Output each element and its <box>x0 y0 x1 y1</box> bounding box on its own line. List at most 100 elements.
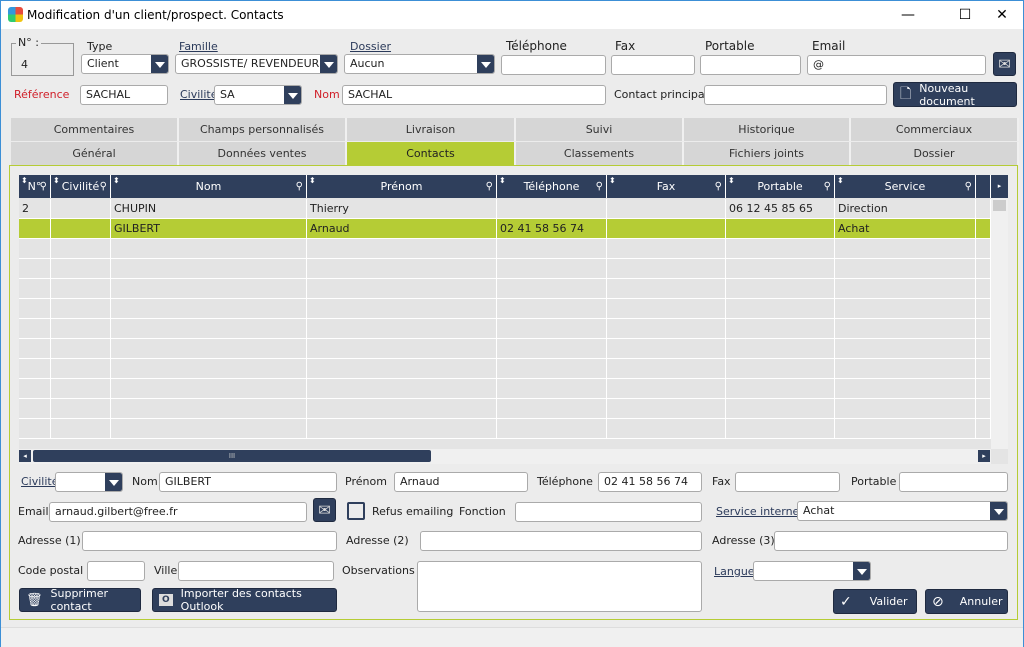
code-postal-input[interactable] <box>87 561 145 581</box>
observations-textarea[interactable] <box>417 561 702 612</box>
dossier-select[interactable]: Aucun <box>344 54 495 74</box>
contact-prenom-input[interactable]: Arnaud <box>394 472 528 492</box>
cell-nom <box>111 319 307 339</box>
contact-principal-input[interactable] <box>704 85 887 105</box>
adresse2-input[interactable] <box>420 531 702 551</box>
civilite-label[interactable]: Civilité <box>180 88 218 101</box>
contact-telephone-input[interactable]: 02 41 58 56 74 <box>598 472 702 492</box>
service-interne-select[interactable]: Achat <box>797 501 1008 521</box>
cell-filler <box>976 399 991 419</box>
search-icon[interactable]: ⚲ <box>965 175 972 198</box>
famille-select[interactable]: GROSSISTE/ REVENDEUR <box>175 54 338 74</box>
code-postal-label: Code postal <box>18 564 84 577</box>
dossier-label[interactable]: Dossier <box>350 40 391 53</box>
column-header-prenom[interactable]: ⬍ Prénom ⚲ <box>307 175 497 198</box>
cell-service <box>835 399 976 419</box>
langue-select[interactable] <box>753 561 871 581</box>
search-icon[interactable]: ⚲ <box>40 175 47 198</box>
search-icon[interactable]: ⚲ <box>715 175 722 198</box>
service-interne-label[interactable]: Service interne <box>716 505 799 518</box>
tab-general[interactable]: Général <box>11 142 179 165</box>
importer-outlook-button[interactable]: O Importer des contacts Outlook <box>152 587 337 613</box>
sort-icon[interactable]: ⬍ <box>728 175 735 192</box>
chevron-down-icon <box>990 502 1007 520</box>
scroll-right-icon[interactable]: ▸ <box>978 450 990 462</box>
tab-commerciaux[interactable]: Commerciaux <box>851 118 1019 141</box>
nouveau-document-button[interactable]: 🗋 Nouveau document <box>893 82 1017 108</box>
supprimer-contact-button[interactable]: 🗑 Supprimer contact <box>19 587 141 613</box>
close-button[interactable]: ✕ <box>979 1 1024 29</box>
search-icon[interactable]: ⚲ <box>100 175 107 198</box>
fonction-input[interactable] <box>515 502 702 522</box>
tab-dossier[interactable]: Dossier <box>851 142 1019 165</box>
cell-service: Achat <box>835 219 976 239</box>
contact-civilite-select[interactable] <box>55 472 123 492</box>
contact-email-input[interactable]: arnaud.gilbert@free.fr <box>49 502 307 522</box>
contact-nom-input[interactable]: GILBERT <box>159 472 337 492</box>
horizontal-scroll-thumb[interactable]: III <box>33 450 431 462</box>
adresse1-input[interactable] <box>82 531 337 551</box>
table-row[interactable]: 2 CHUPIN Thierry 06 12 45 85 65 Direction <box>19 199 991 219</box>
column-header-portable[interactable]: ⬍ Portable ⚲ <box>726 175 835 198</box>
sort-icon[interactable]: ⬍ <box>837 175 844 192</box>
cell-civilite <box>51 379 111 399</box>
tab-historique[interactable]: Historique <box>684 118 851 141</box>
column-header-fax[interactable]: ⬍ Fax ⚲ <box>607 175 726 198</box>
valider-button[interactable]: ✓ Valider <box>833 589 917 614</box>
sort-icon[interactable]: ⬍ <box>499 175 506 192</box>
tab-suivi[interactable]: Suivi <box>516 118 684 141</box>
tab-donnees-ventes[interactable]: Données ventes <box>179 142 347 165</box>
email-input[interactable]: @ <box>807 55 986 75</box>
sort-icon[interactable]: ⬍ <box>609 175 616 192</box>
telephone-input[interactable] <box>501 55 606 75</box>
column-header-no[interactable]: ⬍ N° ⚲ <box>19 175 51 198</box>
search-icon[interactable]: ⚲ <box>296 175 303 198</box>
tab-fichiers-joints[interactable]: Fichiers joints <box>684 142 851 165</box>
cell-no <box>19 339 51 359</box>
portable-input[interactable] <box>700 55 801 75</box>
refus-emailing-checkbox[interactable] <box>347 502 365 520</box>
column-header-service[interactable]: ⬍ Service ⚲ <box>835 175 976 198</box>
fax-input[interactable] <box>611 55 695 75</box>
cell-nom: CHUPIN <box>111 199 307 219</box>
contact-civilite-label[interactable]: Civilité <box>21 475 59 488</box>
contact-portable-input[interactable] <box>899 472 1008 492</box>
search-icon[interactable]: ⚲ <box>596 175 603 198</box>
annuler-button[interactable]: ⊘ Annuler <box>925 589 1008 614</box>
nom-input[interactable]: SACHAL <box>342 85 606 105</box>
cell-nom <box>111 259 307 279</box>
column-header-civilite[interactable]: ⬍ Civilité ⚲ <box>51 175 111 198</box>
table-row[interactable]: GILBERT Arnaud 02 41 58 56 74 Achat <box>19 219 991 239</box>
reference-input[interactable]: SACHAL <box>80 85 168 105</box>
contact-fax-input[interactable] <box>735 472 840 492</box>
tab-classements[interactable]: Classements <box>516 142 684 165</box>
column-header-telephone[interactable]: ⬍ Téléphone ⚲ <box>497 175 607 198</box>
tab-livraison[interactable]: Livraison <box>347 118 516 141</box>
horizontal-scrollbar[interactable]: ◂ III ▸ <box>19 449 991 464</box>
sort-icon[interactable]: ⬍ <box>309 175 316 192</box>
tab-contacts[interactable]: Contacts <box>347 142 516 165</box>
tab-commentaires[interactable]: Commentaires <box>11 118 179 141</box>
vertical-scrollbar[interactable] <box>991 198 1008 449</box>
vertical-scroll-thumb[interactable] <box>993 200 1006 211</box>
sort-icon[interactable]: ⬍ <box>53 175 60 192</box>
scroll-left-icon[interactable]: ◂ <box>19 450 31 462</box>
contact-send-email-button[interactable]: ✉ <box>313 498 336 522</box>
type-select[interactable]: Client <box>81 54 169 74</box>
search-icon[interactable]: ⚲ <box>486 175 493 198</box>
civilite-select[interactable]: SA <box>214 85 302 105</box>
column-header-nom[interactable]: ⬍ Nom ⚲ <box>111 175 307 198</box>
search-icon[interactable]: ⚲ <box>824 175 831 198</box>
famille-label[interactable]: Famille <box>179 40 218 53</box>
column-picker-button[interactable]: ▸ <box>991 175 1008 198</box>
chevron-down-icon <box>284 86 301 104</box>
sort-icon[interactable]: ⬍ <box>21 175 28 192</box>
langue-label[interactable]: Langue <box>714 565 755 578</box>
tab-champs-personnalises[interactable]: Champs personnalisés <box>179 118 347 141</box>
minimize-button[interactable]: — <box>885 1 931 29</box>
adresse3-input[interactable] <box>774 531 1008 551</box>
adresse2-label: Adresse (2) <box>346 534 409 547</box>
ville-input[interactable] <box>178 561 334 581</box>
sort-icon[interactable]: ⬍ <box>113 175 120 192</box>
send-email-button[interactable]: ✉ <box>993 52 1016 76</box>
